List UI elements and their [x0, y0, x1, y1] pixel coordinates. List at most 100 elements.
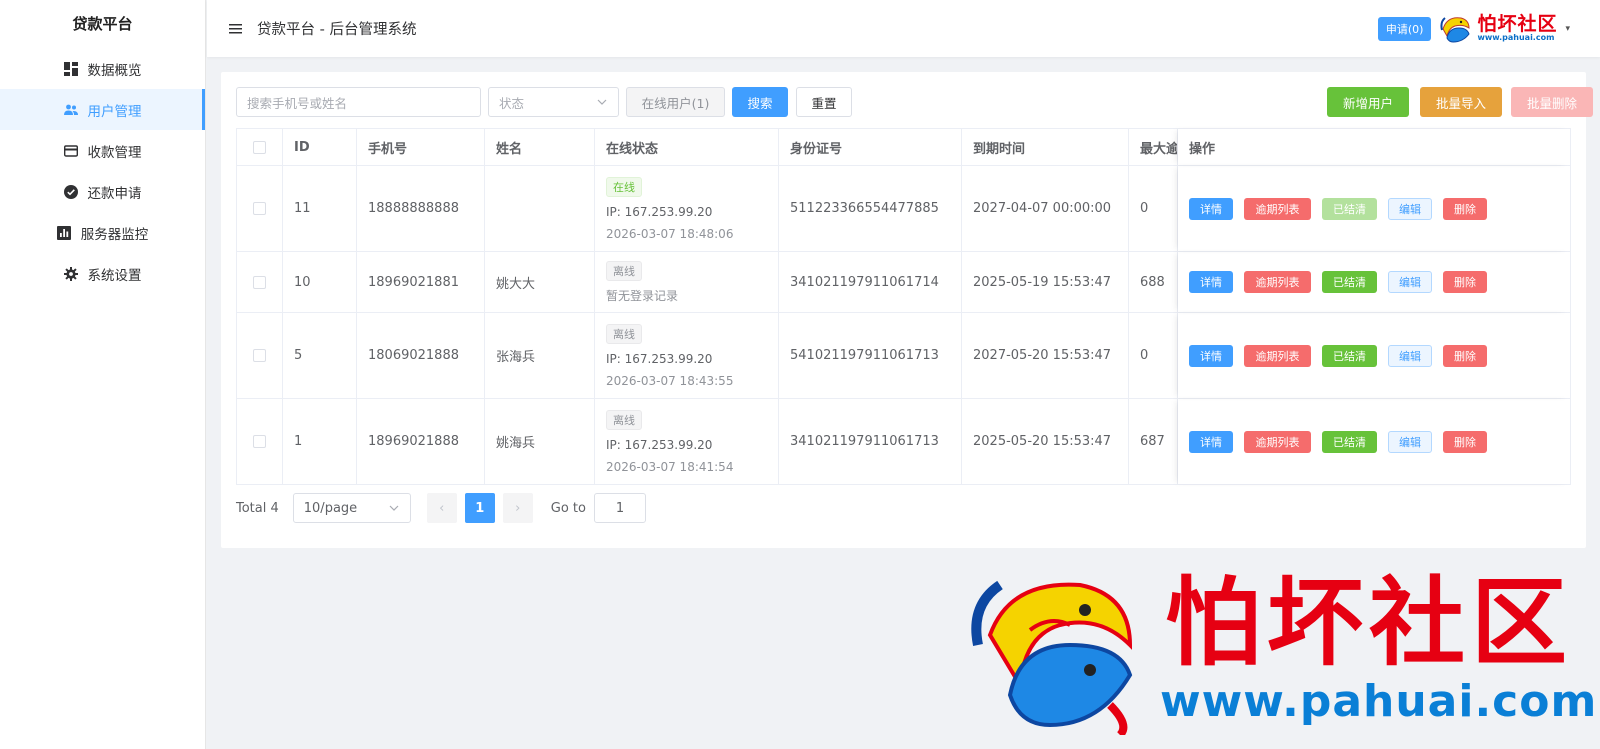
- settled-button[interactable]: 已结清: [1322, 197, 1377, 220]
- table-row: 10 18969021881 姚大大 离线 暂无登录记录 34102119791…: [237, 252, 1570, 313]
- next-page-button[interactable]: ›: [502, 493, 533, 523]
- cell-expire: 2027-05-20 15:53:47: [962, 313, 1129, 398]
- search-input[interactable]: 搜索手机号或姓名: [236, 87, 481, 117]
- table-header-row: ID 手机号 姓名 在线状态 身份证号 到期时间 最大逾 操作: [237, 129, 1570, 166]
- table-row: 5 18069021888 张海兵 离线 IP: 167.253.99.20 2…: [237, 313, 1570, 399]
- detail-button[interactable]: 详情: [1189, 344, 1233, 367]
- select-all-checkbox[interactable]: [253, 140, 266, 154]
- pagination: Total 4 10/page ‹ 1 › Go to 1: [236, 493, 646, 523]
- top-header: 贷款平台 - 后台管理系统 申请(0) 怕坏社区 www.pahuai.com …: [207, 0, 1600, 57]
- apply-badge-button[interactable]: 申请(0): [1377, 16, 1432, 41]
- table-row: 1 18969021888 姚海兵 离线 IP: 167.253.99.20 2…: [237, 399, 1570, 485]
- page-size-value: 10/page: [303, 500, 358, 516]
- edit-button[interactable]: 编辑: [1388, 197, 1432, 220]
- cell-id: 10: [283, 252, 357, 312]
- detail-button[interactable]: 详情: [1189, 271, 1233, 293]
- cell-idcard: 511223366554477885: [779, 166, 962, 251]
- pagination-total: Total 4: [236, 500, 279, 516]
- sidebar-item-users[interactable]: 用户管理: [0, 89, 205, 130]
- cell-idcard: 541021197911061713: [779, 313, 962, 398]
- logo-small-title: 怕坏社区: [1477, 13, 1558, 35]
- sidebar-item-server-monitor[interactable]: 服务器监控: [0, 212, 205, 253]
- row-checkbox[interactable]: [253, 202, 266, 215]
- toolbar: 搜索手机号或姓名 状态 在线用户(1) 搜索 重置 新增用户 批量导入 批量删除: [236, 87, 1593, 117]
- delete-button[interactable]: 删除: [1443, 271, 1487, 293]
- prev-page-button[interactable]: ‹: [426, 493, 457, 523]
- no-login-record: 暂无登录记录: [606, 288, 679, 303]
- column-header-online: 在线状态: [595, 129, 779, 165]
- overdue-list-button[interactable]: 逾期列表: [1244, 271, 1311, 293]
- sidebar-item-label: 收款管理: [87, 144, 142, 161]
- sidebar-item-repayment[interactable]: 还款申请: [0, 171, 205, 212]
- overdue-list-button[interactable]: 逾期列表: [1244, 430, 1311, 453]
- login-time: 2026-03-07 18:48:06: [606, 226, 734, 241]
- watermark-logo: 怕坏社区 www.pahuai.com: [970, 566, 1596, 745]
- delete-button[interactable]: 删除: [1443, 344, 1487, 367]
- page-size-select[interactable]: 10/page: [292, 493, 411, 523]
- page-number-current[interactable]: 1: [464, 493, 495, 523]
- delete-button[interactable]: 删除: [1443, 197, 1487, 220]
- column-header-ops: 操作: [1178, 129, 1570, 165]
- cell-idcard: 341021197911061714: [779, 252, 962, 312]
- cell-id: 1: [283, 399, 357, 484]
- chevron-down-icon: [597, 99, 607, 105]
- sidebar-item-label: 数据概览: [87, 62, 142, 79]
- detail-button[interactable]: 详情: [1189, 197, 1233, 220]
- page-title: 贷款平台 - 后台管理系统: [257, 22, 417, 38]
- settled-button[interactable]: 已结清: [1322, 344, 1377, 367]
- column-header-id[interactable]: ID: [283, 129, 357, 165]
- detail-button[interactable]: 详情: [1189, 430, 1233, 453]
- users-icon: [63, 103, 78, 117]
- delete-button[interactable]: 删除: [1443, 430, 1487, 453]
- row-checkbox[interactable]: [253, 435, 266, 448]
- user-dropdown[interactable]: 怕坏社区 www.pahuai.com ▾: [1439, 14, 1570, 44]
- bar-chart-icon: [56, 225, 71, 240]
- overdue-list-button[interactable]: 逾期列表: [1244, 197, 1311, 220]
- batch-import-button[interactable]: 批量导入: [1420, 87, 1502, 117]
- cell-name: 姚大大: [485, 252, 595, 312]
- cell-id: 5: [283, 313, 357, 398]
- row-checkbox[interactable]: [253, 349, 266, 362]
- sidebar-item-label: 系统设置: [87, 267, 142, 284]
- sidebar-item-payments[interactable]: 收款管理: [0, 130, 205, 171]
- login-time: 2026-03-07 18:41:54: [606, 459, 734, 474]
- sidebar: 贷款平台 数据概览 用户管理 收款管理 还款申请 服务器监控 系统设置: [0, 0, 206, 749]
- settled-button[interactable]: 已结清: [1322, 430, 1377, 453]
- cell-name: 姚海兵: [485, 399, 595, 484]
- cell-max-overdue: 688: [1129, 252, 1178, 312]
- status-select[interactable]: 状态: [488, 87, 619, 117]
- cell-max-overdue: 0: [1129, 166, 1178, 251]
- search-button[interactable]: 搜索: [732, 87, 788, 117]
- settled-button[interactable]: 已结清: [1322, 271, 1377, 293]
- sidebar-item-settings[interactable]: 系统设置: [0, 253, 205, 294]
- column-header-expire: 到期时间: [962, 129, 1129, 165]
- online-users-button[interactable]: 在线用户(1): [626, 87, 725, 117]
- fish-logo-icon: [1440, 16, 1471, 43]
- watermark-url: www.pahuai.com: [1160, 676, 1598, 727]
- cell-phone: 18069021888: [357, 313, 485, 398]
- reset-button[interactable]: 重置: [796, 87, 852, 117]
- sidebar-item-dashboard[interactable]: 数据概览: [0, 48, 205, 89]
- sidebar-item-label: 服务器监控: [80, 226, 149, 243]
- row-checkbox[interactable]: [253, 275, 266, 289]
- menu-toggle-icon[interactable]: [227, 21, 243, 37]
- goto-page-input[interactable]: 1: [593, 493, 646, 523]
- cell-expire: 2027-04-07 00:00:00: [962, 166, 1129, 251]
- edit-button[interactable]: 编辑: [1388, 430, 1432, 453]
- main-card: 搜索手机号或姓名 状态 在线用户(1) 搜索 重置 新增用户 批量导入 批量删除…: [221, 72, 1593, 548]
- watermark-title: 怕坏社区: [1165, 566, 1573, 679]
- batch-delete-button[interactable]: 批量删除: [1511, 87, 1593, 117]
- cell-expire: 2025-05-19 15:53:47: [962, 252, 1129, 312]
- edit-button[interactable]: 编辑: [1388, 344, 1432, 367]
- column-header-idcard: 身份证号: [779, 129, 962, 165]
- edit-button[interactable]: 编辑: [1388, 271, 1432, 293]
- login-ip: IP: 167.253.99.20: [606, 437, 713, 452]
- cell-name: 张海兵: [485, 313, 595, 398]
- overdue-list-button[interactable]: 逾期列表: [1244, 344, 1311, 367]
- caret-down-icon: ▾: [1565, 23, 1570, 34]
- check-circle-icon: [63, 184, 78, 199]
- sidebar-item-label: 用户管理: [87, 103, 142, 120]
- cell-phone: 18969021881: [357, 252, 485, 312]
- add-user-button[interactable]: 新增用户: [1327, 87, 1409, 117]
- column-header-max-overdue: 最大逾: [1129, 129, 1178, 165]
